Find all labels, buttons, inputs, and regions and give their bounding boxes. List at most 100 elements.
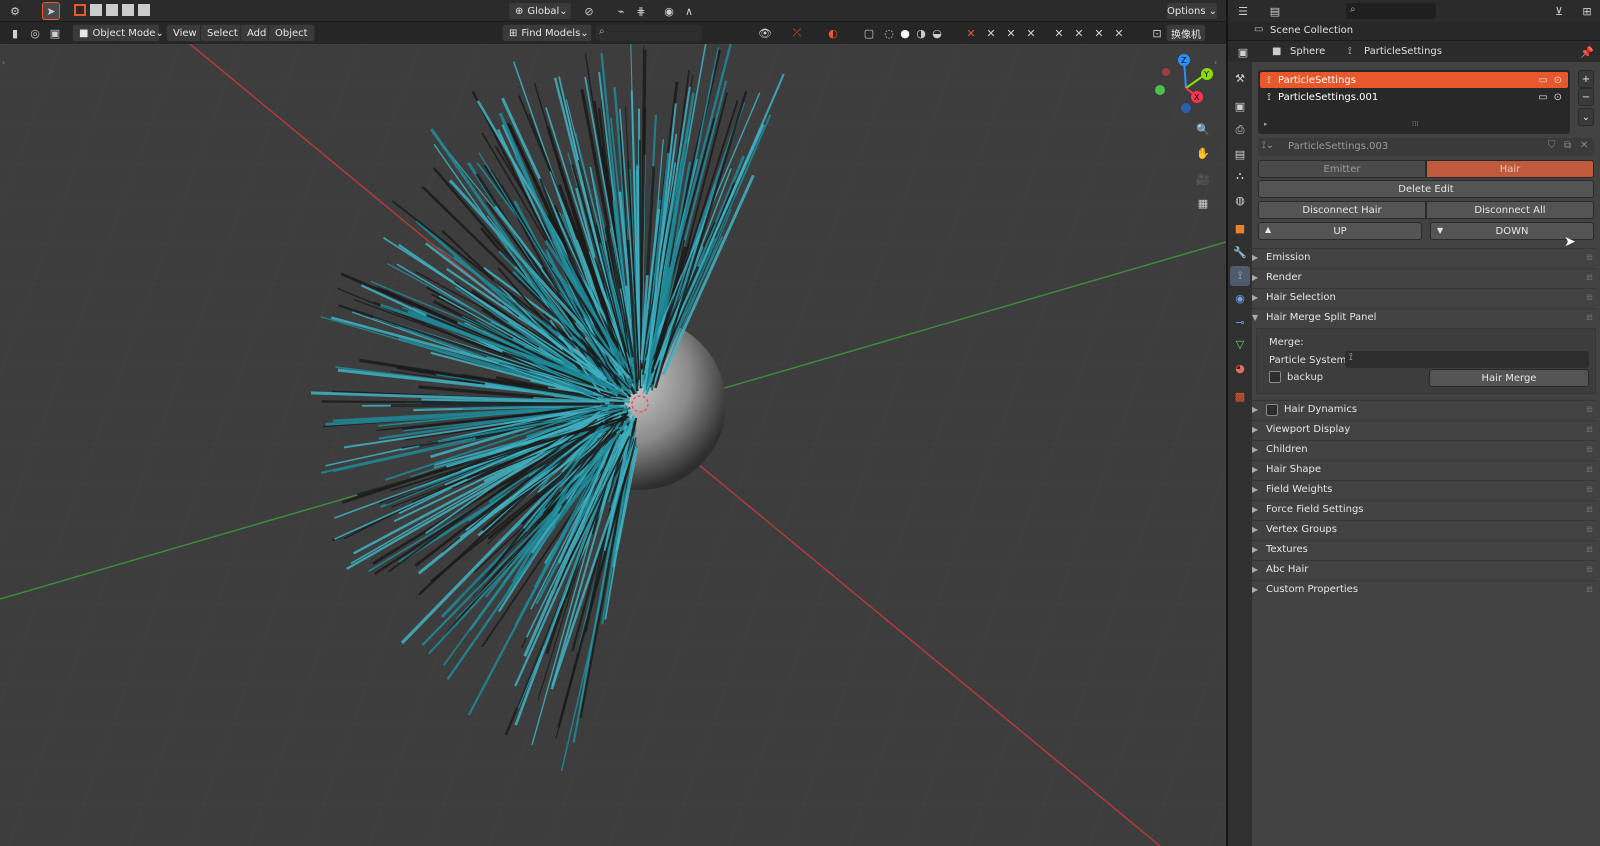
texture-tab-icon[interactable]: ▩ — [1230, 386, 1250, 406]
render-tab-icon[interactable]: ▣ — [1230, 96, 1250, 116]
mode-dropdown[interactable]: ■ Object Mode ⌄ — [72, 24, 164, 42]
close-icon[interactable]: ✕ — [1580, 140, 1588, 151]
render-camera-icon[interactable]: ⊙ — [1554, 92, 1562, 103]
material-tab-icon[interactable]: ◕ — [1230, 358, 1250, 378]
panel-header-abc-hair[interactable]: ▶ Abc Hair ⁞⁞⁞⁞ — [1252, 560, 1596, 578]
sidebar-expand-icon[interactable]: ‹ — [1214, 58, 1217, 67]
zoom-icon[interactable]: 🔍 — [1194, 120, 1212, 138]
menu-view[interactable]: View — [166, 24, 204, 42]
drag-handle-icon[interactable]: ⁞⁞⁞⁞ — [1586, 565, 1593, 574]
select-tool-icon[interactable]: ➤ — [42, 2, 60, 20]
particle-system-row[interactable]: ⟟ ParticleSettings.001 ▭ ⊙ — [1260, 89, 1568, 105]
particle-system-field[interactable]: ⟟ — [1345, 351, 1589, 368]
panel-header-vertex-groups[interactable]: ▶ Vertex Groups ⁞⁞⁞⁞ — [1252, 520, 1596, 538]
drag-handle-icon[interactable]: ⁞⁞⁞⁞ — [1586, 465, 1593, 474]
constraints-tab-icon[interactable]: ⊸ — [1230, 312, 1250, 332]
drag-handle-icon[interactable]: ⁞⁞⁞⁞ — [1586, 525, 1593, 534]
pan-hand-icon[interactable]: ✋ — [1194, 144, 1212, 162]
particles-tab-icon[interactable]: ⟟ — [1230, 266, 1250, 286]
outliner-editor-type-icon[interactable]: ☰ — [1234, 2, 1252, 20]
custom-addon-icon[interactable]: ✕ — [1090, 24, 1108, 42]
disconnect-all-button[interactable]: Disconnect All — [1426, 201, 1594, 219]
proportional-edit-icon[interactable]: ◉ — [660, 2, 678, 20]
panel-header-viewport-display[interactable]: ▶ Viewport Display ⁞⁞⁞⁞ — [1252, 420, 1596, 438]
panel-header-field-weights[interactable]: ▶ Field Weights ⁞⁞⁞⁞ — [1252, 480, 1596, 498]
perspective-grid-icon[interactable]: ▦ — [1194, 194, 1212, 212]
pivot-point-icon[interactable]: ⊘ — [580, 2, 598, 20]
select-intersect-icon[interactable] — [138, 4, 150, 16]
custom-addon-icon[interactable]: ✕ — [962, 24, 980, 42]
list-filter-toggle-icon[interactable]: ▸ — [1264, 120, 1268, 128]
custom-addon-icon[interactable]: ✕ — [982, 24, 1000, 42]
xray-toggle-icon[interactable]: ▢ — [860, 24, 878, 42]
visibility-icon[interactable]: 👁 — [756, 24, 774, 42]
custom-addon-icon[interactable]: ✕ — [1050, 24, 1068, 42]
scene-collection-label[interactable]: Scene Collection — [1270, 25, 1353, 36]
filter-icon[interactable]: ⊻ — [1550, 2, 1568, 20]
backup-checkbox[interactable] — [1269, 371, 1281, 383]
drag-handle-icon[interactable]: ⁞⁞⁞⁞ — [1586, 445, 1593, 454]
fake-user-shield-icon[interactable]: ⛉ — [1548, 140, 1556, 151]
bookmark-icon[interactable]: ▮ — [6, 24, 24, 42]
drag-handle-icon[interactable]: ⁞⁞⁞⁞ — [1586, 485, 1593, 494]
disconnect-hair-button[interactable]: Disconnect Hair — [1258, 201, 1426, 219]
drag-handle-icon[interactable]: ⁞⁞⁞⁞ — [1586, 545, 1593, 554]
list-resize-handle[interactable]: ⁞⁞⁞ — [1412, 120, 1419, 128]
3d-viewport[interactable]: Z Y X 🔍 ✋ 🎥 ▦ › ‹ — [0, 44, 1226, 846]
options-dropdown[interactable]: Options ⌄ — [1166, 2, 1218, 20]
drag-handle-icon[interactable]: ⁞⁞⁞⁞ — [1586, 273, 1593, 282]
particle-system-row[interactable]: ⟟ ParticleSettings ▭ ⊙ — [1260, 72, 1568, 88]
output-tab-icon[interactable]: ⎙ — [1230, 120, 1250, 140]
select-extend-icon[interactable] — [90, 4, 102, 16]
new-collection-icon[interactable]: ⊞ — [1578, 2, 1596, 20]
viewport-visibility-icon[interactable]: ▭ — [1538, 92, 1547, 103]
scene-tab-icon[interactable]: ⛬ — [1230, 166, 1250, 186]
panel-header-custom-properties[interactable]: ▶ Custom Properties ⁞⁞⁞⁞ — [1252, 580, 1596, 598]
outliner-search-input[interactable]: ⌕ — [1346, 3, 1436, 19]
find-models-search-input[interactable]: ⌕ — [596, 25, 702, 41]
modifier-tab-icon[interactable]: 🔧 — [1230, 242, 1250, 262]
tool-tab-icon[interactable]: ⚒ — [1230, 68, 1250, 88]
camera-view-icon[interactable]: 🎥 — [1194, 170, 1212, 188]
data-tab-icon[interactable]: ▽ — [1230, 334, 1250, 354]
properties-editor-type-icon[interactable]: ▣ — [1234, 43, 1252, 61]
navigation-gizmo[interactable]: Z Y X — [1150, 52, 1220, 122]
drag-handle-icon[interactable]: ⁞⁞⁞⁞ — [1586, 313, 1593, 322]
custom-addon-icon[interactable]: ✕ — [1070, 24, 1088, 42]
select-subtract-icon[interactable] — [106, 4, 118, 16]
display-mode-icon[interactable]: ▤ — [1266, 2, 1284, 20]
drag-handle-icon[interactable]: ⁞⁞⁞⁞ — [1586, 253, 1593, 262]
type-emitter-button[interactable]: Emitter — [1258, 160, 1426, 178]
overlays-toggle-icon[interactable]: ◐ — [824, 24, 842, 42]
drag-handle-icon[interactable]: ⁞⁞⁞⁞ — [1586, 505, 1593, 514]
menu-object[interactable]: Object — [268, 24, 315, 42]
panel-header-force-field-settings[interactable]: ▶ Force Field Settings ⁞⁞⁞⁞ — [1252, 500, 1596, 518]
camera-icon[interactable]: ⊡ — [1148, 24, 1166, 42]
list-specials-button[interactable]: ⌄ — [1578, 108, 1594, 126]
gizmo-toggle-icon[interactable]: ⤫ — [788, 24, 806, 42]
viewport-visibility-icon[interactable]: ▭ — [1538, 75, 1547, 86]
proportional-falloff-icon[interactable]: ∧ — [680, 2, 698, 20]
toggle-toolbar-icon[interactable]: ▣ — [46, 24, 64, 42]
add-particle-system-button[interactable]: + — [1578, 70, 1594, 88]
hair-dynamics-panel-header[interactable]: ▶ Hair Dynamics ⁞⁞⁞⁞ — [1252, 400, 1596, 418]
world-tab-icon[interactable]: ◍ — [1230, 190, 1250, 210]
snap-icon[interactable]: ⌁ — [612, 2, 630, 20]
render-camera-icon[interactable]: ⊙ — [1554, 75, 1562, 86]
pin-icon[interactable]: 📌 — [1578, 43, 1596, 61]
drag-handle-icon[interactable]: ⁞⁞⁞⁞ — [1586, 585, 1593, 594]
shading-rendered-icon[interactable]: ◒ — [928, 24, 946, 42]
custom-addon-icon[interactable]: ✕ — [1022, 24, 1040, 42]
panel-header-emission[interactable]: ▶ Emission ⁞⁞⁞⁞ — [1252, 248, 1596, 266]
panel-header-children[interactable]: ▶ Children ⁞⁞⁞⁞ — [1252, 440, 1596, 458]
custom-addon-icon[interactable]: ✕ — [1110, 24, 1128, 42]
menu-select[interactable]: Select — [200, 24, 245, 42]
duplicate-icon[interactable]: ⧉ — [1564, 140, 1571, 151]
move-up-button[interactable]: ▲ UP — [1258, 222, 1422, 240]
drag-handle-icon[interactable]: ⁞⁞⁞⁞ — [1586, 405, 1593, 414]
object-tab-icon[interactable]: ■ — [1230, 218, 1250, 238]
physics-tab-icon[interactable]: ◉ — [1230, 288, 1250, 308]
snap-target-icon[interactable]: ⋕ — [632, 2, 650, 20]
editor-type-icon[interactable]: ⚙ — [6, 2, 24, 20]
panel-header-textures[interactable]: ▶ Textures ⁞⁞⁞⁞ — [1252, 540, 1596, 558]
